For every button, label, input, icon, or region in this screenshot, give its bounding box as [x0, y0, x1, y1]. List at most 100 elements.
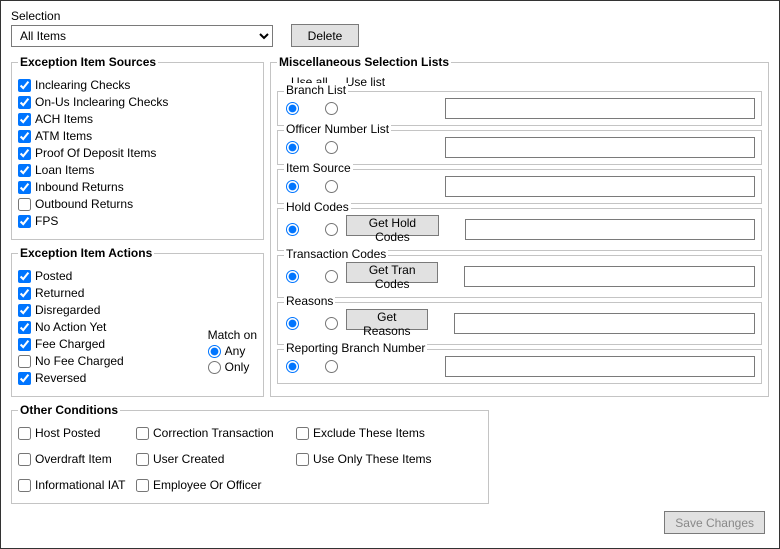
misc-group-trancodes: Transaction CodesGet Tran Codes — [277, 255, 762, 298]
other-condition-checkbox[interactable] — [18, 453, 31, 466]
use-list-radio[interactable] — [325, 102, 338, 115]
exception-action-checkbox[interactable] — [18, 338, 31, 351]
misc-text-input[interactable] — [445, 356, 755, 377]
use-list-header: Use list — [346, 75, 385, 89]
exception-source-checkbox[interactable] — [18, 198, 31, 211]
other-condition-checkbox[interactable] — [18, 479, 31, 492]
exception-source-checkbox[interactable] — [18, 130, 31, 143]
use-list-radio[interactable] — [325, 317, 338, 330]
other-condition-checkbox[interactable] — [18, 427, 31, 440]
match-on-label: Match on — [208, 328, 257, 342]
misc-text-input[interactable] — [465, 219, 755, 240]
other-condition-row: Informational IAT — [18, 478, 136, 492]
exception-action-checkbox[interactable] — [18, 372, 31, 385]
exception-source-checkbox[interactable] — [18, 79, 31, 92]
other-condition-checkbox[interactable] — [136, 427, 149, 440]
other-condition-label: Overdraft Item — [35, 452, 112, 466]
exception-action-checkbox[interactable] — [18, 270, 31, 283]
match-on-radio[interactable] — [208, 361, 221, 374]
exception-source-checkbox[interactable] — [18, 181, 31, 194]
exception-action-label: No Action Yet — [35, 320, 106, 334]
match-on-option: Only — [208, 360, 257, 374]
misc-group-label: Transaction Codes — [284, 247, 388, 261]
misc-text-input[interactable] — [445, 98, 755, 119]
other-condition-checkbox[interactable] — [136, 453, 149, 466]
exception-action-checkbox[interactable] — [18, 304, 31, 317]
misc-group-repbranch: Reporting Branch Number — [277, 349, 762, 384]
misc-group-label: Reasons — [284, 294, 335, 308]
use-all-radio[interactable] — [286, 223, 299, 236]
other-condition-checkbox[interactable] — [296, 453, 309, 466]
use-list-radio[interactable] — [325, 141, 338, 154]
misc-group-label: Item Source — [284, 161, 353, 175]
exception-action-checkbox[interactable] — [18, 287, 31, 300]
use-list-radio[interactable] — [325, 180, 338, 193]
other-conditions-legend: Other Conditions — [18, 403, 120, 417]
misc-action-button[interactable]: Get Reasons — [346, 309, 428, 330]
use-all-radio[interactable] — [286, 180, 299, 193]
exception-source-checkbox[interactable] — [18, 113, 31, 126]
misc-group-branch: Branch List — [277, 91, 762, 126]
exception-source-row: FPS — [18, 214, 257, 228]
exception-action-label: No Fee Charged — [35, 354, 124, 368]
exception-source-label: Outbound Returns — [35, 197, 133, 211]
exception-source-checkbox[interactable] — [18, 215, 31, 228]
exception-source-checkbox[interactable] — [18, 164, 31, 177]
exception-source-row: On-Us Inclearing Checks — [18, 95, 257, 109]
other-condition-row: Host Posted — [18, 426, 136, 440]
exception-action-row: Reversed — [18, 371, 190, 385]
misc-group-label: Branch List — [284, 83, 348, 97]
misc-text-input[interactable] — [454, 313, 755, 334]
use-all-radio[interactable] — [286, 360, 299, 373]
misc-row: Get Reasons — [286, 309, 755, 338]
use-list-radio[interactable] — [325, 270, 338, 283]
match-on-option: Any — [208, 344, 257, 358]
other-conditions-group: Other Conditions Host Posted Correction T… — [11, 403, 489, 504]
exception-source-label: Inbound Returns — [35, 180, 124, 194]
misc-group-officer: Officer Number List — [277, 130, 762, 165]
misc-row — [286, 356, 755, 377]
exception-action-row: Returned — [18, 286, 190, 300]
exception-source-label: Loan Items — [35, 163, 94, 177]
misc-action-button[interactable]: Get Tran Codes — [346, 262, 438, 283]
misc-row: Get Hold Codes — [286, 215, 755, 244]
exception-action-checkbox[interactable] — [18, 355, 31, 368]
misc-action-button[interactable]: Get Hold Codes — [346, 215, 439, 236]
other-condition-label: Correction Transaction — [153, 426, 274, 440]
misc-group-holdcodes: Hold CodesGet Hold Codes — [277, 208, 762, 251]
exception-source-row: ATM Items — [18, 129, 257, 143]
other-condition-checkbox[interactable] — [136, 479, 149, 492]
misc-row — [286, 98, 755, 119]
use-list-radio[interactable] — [325, 223, 338, 236]
selection-label: Selection — [11, 9, 273, 23]
selection-combo[interactable]: All Items — [11, 25, 273, 47]
other-condition-row: Overdraft Item — [18, 452, 136, 466]
match-on-radio[interactable] — [208, 345, 221, 358]
other-condition-checkbox[interactable] — [296, 427, 309, 440]
exception-source-row: Proof Of Deposit Items — [18, 146, 257, 160]
exception-source-row: Inbound Returns — [18, 180, 257, 194]
use-all-radio[interactable] — [286, 317, 299, 330]
delete-button[interactable]: Delete — [291, 24, 359, 47]
exception-source-checkbox[interactable] — [18, 96, 31, 109]
misc-text-input[interactable] — [445, 137, 755, 158]
misc-text-input[interactable] — [464, 266, 755, 287]
misc-row — [286, 176, 755, 197]
save-changes-button[interactable]: Save Changes — [664, 511, 765, 534]
exception-action-checkbox[interactable] — [18, 321, 31, 334]
exception-source-label: On-Us Inclearing Checks — [35, 95, 168, 109]
use-all-radio[interactable] — [286, 141, 299, 154]
use-list-radio[interactable] — [325, 360, 338, 373]
match-on-option-label: Only — [225, 360, 250, 374]
exception-source-label: Proof Of Deposit Items — [35, 146, 156, 160]
exception-item-sources-group: Exception Item Sources Inclearing Checks… — [11, 55, 264, 240]
exception-source-checkbox[interactable] — [18, 147, 31, 160]
misc-row — [286, 137, 755, 158]
use-all-radio[interactable] — [286, 102, 299, 115]
other-condition-row: Use Only These Items — [296, 452, 466, 466]
misc-group-label: Officer Number List — [284, 122, 391, 136]
window-root: Selection All Items Delete Exception Ite… — [0, 0, 780, 549]
exception-sources-legend: Exception Item Sources — [18, 55, 158, 69]
use-all-radio[interactable] — [286, 270, 299, 283]
misc-text-input[interactable] — [445, 176, 755, 197]
